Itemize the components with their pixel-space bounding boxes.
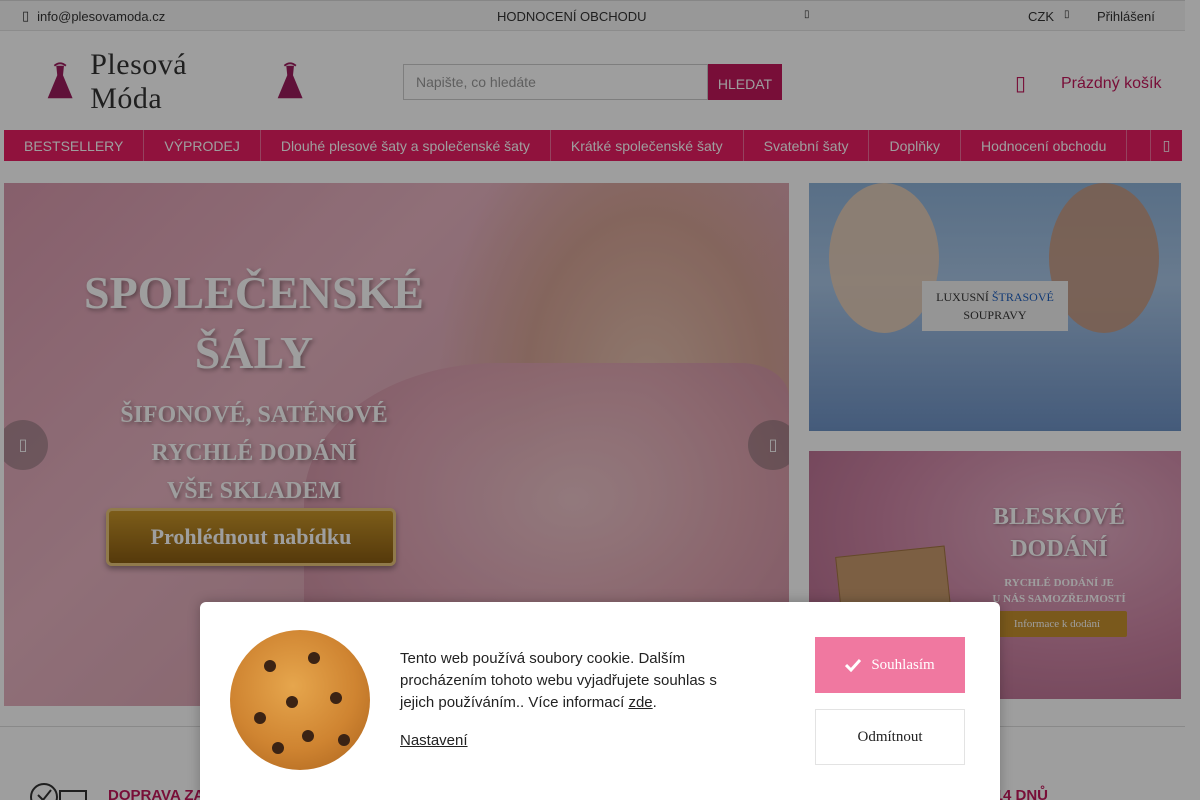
- cookie-consent-dialog: Tento web používá soubory cookie. Dalším…: [200, 602, 1000, 800]
- cookie-message-period: .: [652, 694, 657, 711]
- page: ▯ info@plesovamoda.cz HODNOCENÍ OBCHODU …: [0, 0, 1185, 800]
- cookie-settings-link[interactable]: Nastavení: [400, 732, 468, 749]
- chocolate-chip: [272, 742, 284, 754]
- cookie-more-info-link[interactable]: zde: [628, 694, 652, 711]
- cookie-accept-label: Souhlasím: [871, 656, 935, 673]
- chocolate-chip: [338, 734, 350, 746]
- cookie-message: Tento web používá soubory cookie. Dalším…: [400, 648, 750, 714]
- chocolate-chip: [330, 692, 342, 704]
- chocolate-chip: [254, 712, 266, 724]
- chocolate-chip: [308, 652, 320, 664]
- cookie-message-text: Tento web používá soubory cookie. Dalším…: [400, 650, 717, 711]
- cookie-accept-button[interactable]: Souhlasím: [815, 637, 965, 693]
- chocolate-chip: [286, 696, 298, 708]
- checkmark-icon: [845, 658, 862, 672]
- chocolate-chip: [302, 730, 314, 742]
- cookie-decline-button[interactable]: Odmítnout: [815, 709, 965, 765]
- chocolate-chip: [264, 660, 276, 672]
- cookie-image: [230, 630, 370, 770]
